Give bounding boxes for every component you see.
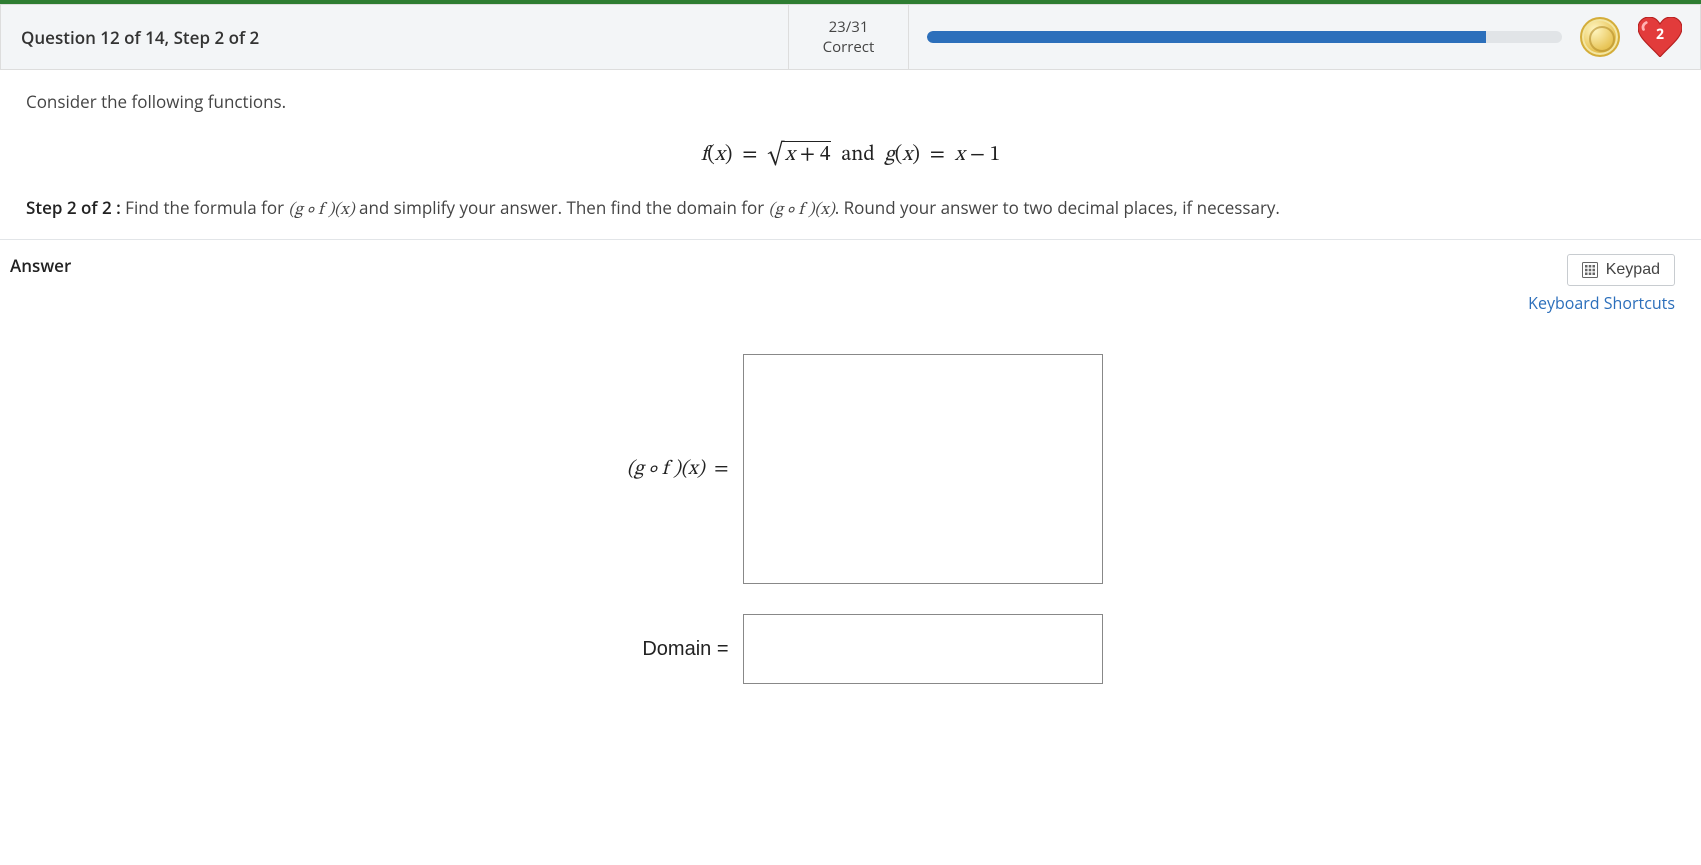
keyboard-shortcuts-link[interactable]: Keyboard Shortcuts	[1528, 292, 1675, 314]
domain-row: Domain =	[599, 614, 1103, 684]
keypad-label: Keypad	[1606, 261, 1660, 279]
gof-expr-2: (g ∘ f )(x)	[769, 202, 835, 219]
formula-row: (g ∘ f )(x) =	[599, 354, 1103, 584]
step-instruction: Step 2 of 2 : Find the formula for (g ∘ …	[26, 196, 1675, 221]
functions-definition: f(x) = √x + 4 and g(x) = x − 1	[26, 141, 1675, 168]
answer-heading: Answer	[10, 254, 71, 277]
progress-bar	[927, 31, 1562, 43]
step-text-3: . Round your answer to two decimal place…	[835, 196, 1280, 219]
lives-indicator: 2	[1638, 17, 1682, 57]
answer-inputs: (g ∘ f )(x) = Domain =	[0, 354, 1701, 684]
step-text-1: Find the formula for	[125, 196, 288, 219]
question-title: Question 12 of 14, Step 2 of 2	[1, 5, 789, 69]
heart-count: 2	[1638, 25, 1682, 44]
question-intro: Consider the following functions.	[26, 90, 1675, 113]
domain-input[interactable]	[743, 614, 1103, 684]
formula-label: (g ∘ f )(x) =	[599, 457, 729, 482]
domain-label: Domain =	[599, 638, 729, 661]
formula-input[interactable]	[743, 354, 1103, 584]
header-bar: Question 12 of 14, Step 2 of 2 23/31 Cor…	[0, 4, 1701, 70]
keypad-icon	[1582, 262, 1598, 278]
score-label: Correct	[789, 37, 908, 57]
step-text-2: and simplify your answer. Then find the …	[355, 196, 769, 219]
progress-fill	[927, 31, 1486, 43]
step-label: Step 2 of 2 :	[26, 196, 121, 219]
progress-area: 2	[909, 17, 1700, 57]
question-content: Consider the following functions. f(x) =…	[0, 70, 1701, 221]
score-box: 23/31 Correct	[789, 5, 909, 69]
answer-header-row: Answer Keypad Keyboard Shortcuts	[0, 240, 1701, 314]
score-fraction: 23/31	[789, 17, 908, 37]
answer-tools: Keypad Keyboard Shortcuts	[1528, 254, 1675, 314]
coin-icon	[1580, 17, 1620, 57]
gof-expr-1: (g ∘ f )(x)	[288, 202, 354, 219]
keypad-button[interactable]: Keypad	[1567, 254, 1675, 286]
